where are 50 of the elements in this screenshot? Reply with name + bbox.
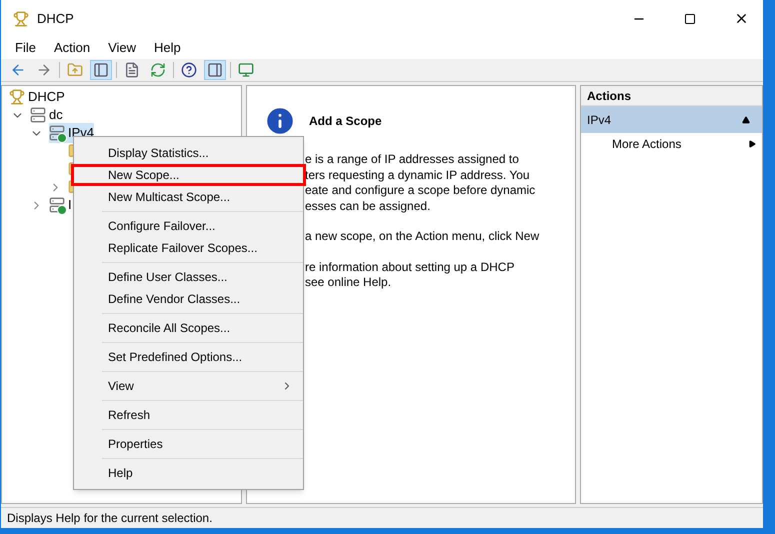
trophy-icon — [13, 10, 29, 26]
action-pane-icon — [207, 62, 223, 78]
tree-pane-icon — [93, 62, 109, 78]
toolbar-button[interactable] — [90, 60, 112, 80]
close-icon[interactable] — [734, 11, 749, 26]
trophy-icon — [9, 89, 25, 105]
document-icon — [124, 62, 140, 78]
action-link[interactable]: More Actions — [612, 135, 682, 153]
menu-option[interactable]: Replicate Failover Scopes... — [102, 237, 303, 259]
menu-option[interactable]: Set Predefined Options... — [102, 346, 303, 368]
menu-option[interactable]: Display Statistics... — [74, 142, 303, 164]
menu-option[interactable]: Refresh — [102, 404, 303, 426]
menu-option[interactable]: Define Vendor Classes... — [102, 288, 303, 310]
menu-option[interactable]: New Scope... — [71, 164, 306, 186]
content-text: ters requesting a dynamic IP address. You — [305, 168, 531, 183]
refresh-icon — [150, 62, 166, 78]
maximize-icon[interactable] — [684, 12, 696, 24]
content-text: esses can be assigned. — [305, 198, 432, 214]
tree-item[interactable]: DHCP — [28, 87, 65, 107]
collapse-icon — [742, 116, 750, 124]
server-check-icon — [49, 197, 65, 213]
actions-section[interactable]: IPv4 — [581, 106, 762, 133]
content-title: Add a Scope — [309, 113, 382, 130]
menu-item[interactable]: Help — [154, 38, 181, 58]
status-bar: Displays Help for the current selection. — [1, 507, 763, 527]
tree-item[interactable]: dc — [49, 105, 63, 125]
menu-item[interactable]: File — [15, 38, 36, 58]
menu-option[interactable]: Define User Classes... — [102, 266, 303, 288]
content-text: see online Help. — [305, 275, 392, 290]
menu-item[interactable]: View — [108, 38, 136, 58]
tree-item[interactable]: I — [68, 195, 72, 215]
server-icon — [30, 107, 46, 123]
toolbar-button[interactable] — [204, 60, 226, 80]
content-text: eate and configure a scope before dynamic — [305, 183, 536, 198]
menu-option[interactable]: Help — [102, 462, 303, 484]
content-text: e is a range of IP addresses assigned to — [305, 152, 520, 168]
menu-option[interactable]: Reconcile All Scopes... — [102, 317, 303, 339]
server-check-icon — [49, 125, 65, 141]
window-title: DHCP — [37, 10, 74, 28]
actions-header: Actions — [581, 86, 762, 106]
menu-item[interactable]: Action — [54, 38, 90, 58]
help-icon — [181, 62, 197, 78]
content-text: re information about setting up a DHCP — [305, 260, 516, 275]
menu-option[interactable]: View — [102, 375, 303, 397]
menu-option[interactable]: New Multicast Scope... — [74, 186, 303, 208]
content-text: a new scope, on the Action menu, click New — [305, 229, 540, 244]
monitor-icon — [238, 62, 254, 78]
menu-option[interactable]: Configure Failover... — [102, 215, 303, 237]
menu-option[interactable]: Properties — [102, 433, 303, 455]
folder-icon — [67, 62, 83, 78]
